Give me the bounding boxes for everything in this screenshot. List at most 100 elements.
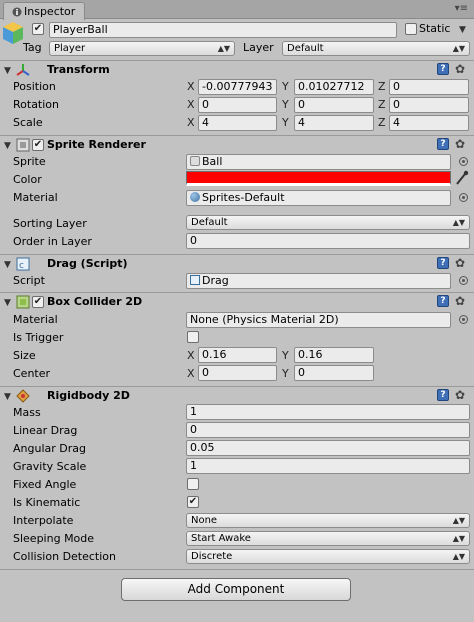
layer-dropdown[interactable]: Default ▲▼ [282,41,470,56]
size-label: Size [13,349,36,362]
color-label: Color [13,173,42,186]
axis-label-y: Y [282,98,289,111]
scale-x-field[interactable]: 4 [198,115,277,131]
is-trigger-checkbox[interactable] [187,331,199,343]
script-label: Script [13,274,45,287]
material-sphere-icon [190,192,200,202]
axis-label-y: Y [282,80,289,93]
help-icon[interactable]: ? [437,389,449,401]
mass-label: Mass [13,406,41,419]
foldout-icon[interactable]: ▼ [4,392,11,402]
tag-label: Tag [23,41,42,54]
help-icon[interactable]: ? [437,63,449,75]
layer-label: Layer [243,41,274,54]
center-x-field[interactable]: 0 [198,365,277,381]
foldout-icon[interactable]: ▼ [4,260,11,270]
rotation-z-field[interactable]: 0 [389,97,469,113]
tag-dropdown[interactable]: Player ▲▼ [49,41,235,56]
gravity-scale-field[interactable]: 1 [186,458,470,474]
center-label: Center [13,367,51,380]
dropdown-arrow-icon: ▲▼ [452,534,465,543]
gear-icon[interactable]: ✿ [455,138,465,150]
static-dropdown-icon[interactable]: ▼ [459,25,466,35]
box-collider-enabled-checkbox[interactable]: ✔ [32,296,44,308]
mass-field[interactable]: 1 [186,404,470,420]
rotation-y-field[interactable]: 0 [294,97,374,113]
interpolate-label: Interpolate [13,514,74,527]
axis-label-x: X [187,349,195,362]
box-collider-icon [16,295,30,309]
object-picker-icon[interactable] [459,157,468,166]
position-z-field[interactable]: 0 [389,79,469,95]
foldout-icon[interactable]: ▼ [4,141,11,151]
position-y-field[interactable]: 0.01027712 [294,79,374,95]
name-field[interactable]: PlayerBall [49,22,397,38]
sprite-label: Sprite [13,155,46,168]
gameobject-cube-icon [3,22,23,44]
eyedropper-icon[interactable] [455,170,469,186]
sprite-field[interactable]: Ball [186,154,451,170]
gear-icon[interactable]: ✿ [455,63,465,75]
gear-icon[interactable]: ✿ [455,257,465,269]
material-label: Material [13,191,58,204]
object-picker-icon[interactable] [459,276,468,285]
dropdown-arrow-icon: ▲▼ [452,516,465,525]
scale-z-field[interactable]: 4 [389,115,469,131]
gear-icon[interactable]: ✿ [455,295,465,307]
sorting-layer-dropdown[interactable]: Default ▲▼ [186,215,470,230]
order-in-layer-label: Order in Layer [13,235,92,248]
tab-inspector[interactable]: Inspector [3,2,85,20]
interpolate-dropdown[interactable]: None ▲▼ [186,513,470,528]
material-field[interactable]: Sprites-Default [186,190,451,206]
collider-material-field[interactable]: None (Physics Material 2D) [186,312,451,328]
object-picker-icon[interactable] [459,193,468,202]
rotation-x-field[interactable]: 0 [198,97,277,113]
angular-drag-label: Angular Drag [13,442,86,455]
tab-label: Inspector [24,5,76,18]
help-icon[interactable]: ? [437,295,449,307]
sprite-asset-icon [190,156,200,166]
sprite-renderer-title: Sprite Renderer [47,138,146,151]
help-icon[interactable]: ? [437,257,449,269]
script-asset-icon [190,275,200,285]
axis-label-x: X [187,98,195,111]
angular-drag-field[interactable]: 0.05 [186,440,470,456]
panel-menu-icon[interactable]: ▾≡ [455,3,468,14]
axis-label-x: X [187,367,195,380]
drag-script-title: Drag (Script) [47,257,128,270]
is-kinematic-label: Is Kinematic [13,496,81,509]
color-field[interactable] [186,171,451,186]
axis-label-y: Y [282,349,289,362]
sprite-renderer-enabled-checkbox[interactable]: ✔ [32,139,44,151]
sleeping-mode-dropdown[interactable]: Start Awake ▲▼ [186,531,470,546]
add-component-button[interactable]: Add Component [121,578,351,601]
axis-label-y: Y [282,116,289,129]
is-kinematic-checkbox[interactable]: ✔ [187,496,199,508]
axis-label-x: X [187,116,195,129]
center-y-field[interactable]: 0 [294,365,374,381]
axis-label-z: Z [378,98,386,111]
script-field[interactable]: Drag [186,273,451,289]
order-in-layer-field[interactable]: 0 [186,233,470,249]
transform-axes-icon [16,64,30,76]
gear-icon[interactable]: ✿ [455,389,465,401]
linear-drag-field[interactable]: 0 [186,422,470,438]
foldout-icon[interactable]: ▼ [4,66,11,76]
active-checkbox[interactable]: ✔ [32,23,44,35]
axis-label-z: Z [378,80,386,93]
help-icon[interactable]: ? [437,138,449,150]
foldout-icon[interactable]: ▼ [4,298,11,308]
size-x-field[interactable]: 0.16 [198,347,277,363]
position-x-field[interactable]: -0.00777943 [198,79,277,95]
dropdown-arrow-icon: ▲▼ [452,552,465,561]
rigidbody-icon [16,389,30,403]
collider-material-label: Material [13,313,58,326]
static-checkbox[interactable] [405,23,417,35]
object-picker-icon[interactable] [459,315,468,324]
size-y-field[interactable]: 0.16 [294,347,374,363]
svg-text:c: c [19,261,24,271]
fixed-angle-checkbox[interactable] [187,478,199,490]
scale-y-field[interactable]: 4 [294,115,374,131]
static-label: Static [419,22,451,35]
collision-detection-dropdown[interactable]: Discrete ▲▼ [186,549,470,564]
